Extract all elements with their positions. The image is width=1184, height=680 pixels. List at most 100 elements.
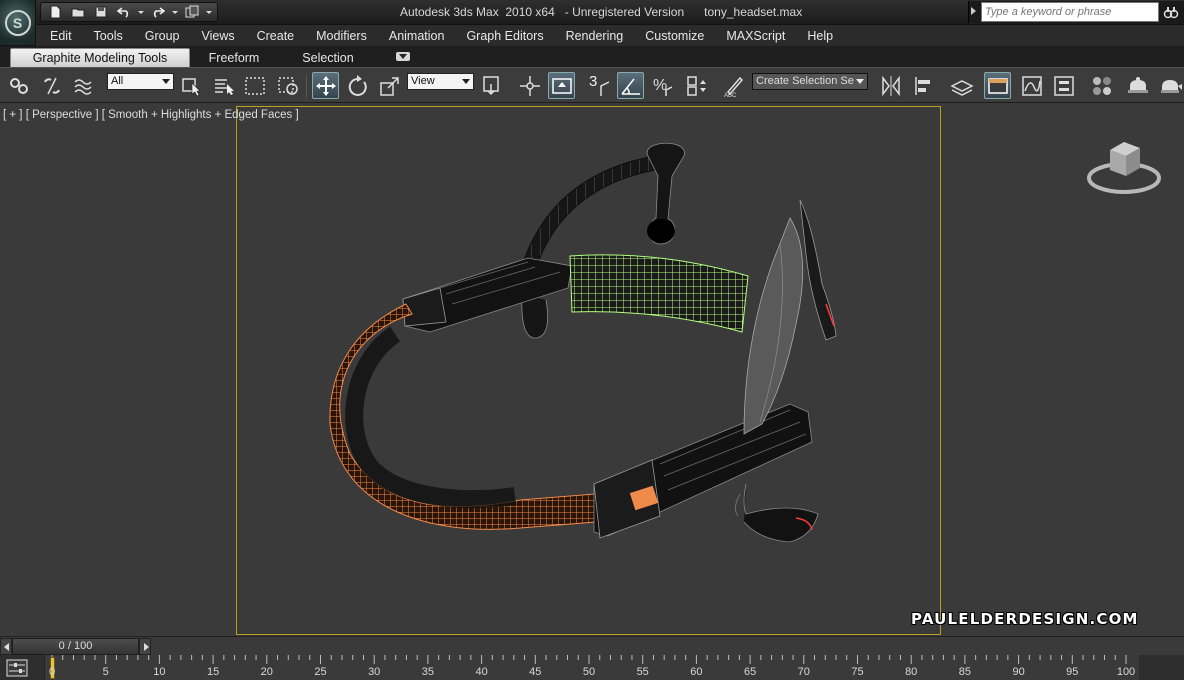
menu-help[interactable]: Help (796, 29, 844, 43)
ruler-tick-label: 10 (153, 666, 166, 678)
open-folder-icon[interactable] (68, 4, 88, 20)
ruler-tick-label: 5 (102, 666, 109, 678)
track-bar[interactable]: 0 5 10 15 20 25 30 35 40 45 50 55 60 65 70 75 80 85 90 95 10… (0, 655, 1184, 680)
dropdown-arrow-icon[interactable] (205, 4, 213, 20)
toolbar-separator (306, 74, 307, 98)
expand-arrow-icon[interactable] (971, 7, 976, 15)
menu-customize[interactable]: Customize (634, 29, 715, 43)
use-pivot-center-icon[interactable] (478, 72, 505, 99)
ruler-tick-label: 60 (690, 666, 703, 678)
ruler-tick-label: 25 (314, 666, 327, 678)
main-toolbar: All View 3 % ABC Create Selection Se (0, 67, 1184, 103)
time-slider-thumb[interactable]: 0 / 100 (12, 638, 139, 655)
tab-selection[interactable]: Selection (292, 48, 364, 67)
title-bar: Autodesk 3ds Max 2010 x64 - Unregistered… (0, 0, 1184, 25)
menu-edit[interactable]: Edit (39, 29, 83, 43)
app-logo-icon: S (4, 9, 31, 36)
edit-named-selection-sets-icon[interactable]: ABC (720, 72, 747, 99)
menu-tools[interactable]: Tools (83, 29, 134, 43)
window-title: Autodesk 3ds Max 2010 x64 - Unregistered… (400, 5, 803, 19)
svg-text:%: % (653, 77, 667, 94)
menu-graph-editors[interactable]: Graph Editors (455, 29, 554, 43)
search-input[interactable] (981, 2, 1159, 22)
spinner-snap-toggle-icon[interactable] (682, 72, 709, 99)
ruler-tick-label: 95 (1066, 666, 1079, 678)
selection-filter-dropdown[interactable]: All (107, 73, 174, 90)
ruler-tick-label: 100 (1116, 666, 1136, 678)
snaps-toggle-label: 3 (589, 73, 598, 90)
align-icon[interactable] (910, 72, 937, 99)
project-folder-icon[interactable] (182, 4, 202, 20)
redo-icon[interactable] (148, 4, 168, 20)
graphite-modeling-tools-toggle-icon[interactable] (984, 72, 1011, 99)
bind-to-space-warp-icon[interactable] (70, 72, 97, 99)
menu-create[interactable]: Create (246, 29, 306, 43)
select-and-move-icon[interactable] (312, 72, 339, 99)
viewport-label[interactable]: [ + ] [ Perspective ] [ Smooth + Highlig… (3, 109, 299, 121)
tab-freeform[interactable]: Freeform (196, 48, 272, 67)
angle-snap-toggle-icon[interactable] (617, 72, 644, 99)
next-frame-button[interactable] (139, 638, 151, 655)
menu-maxscript[interactable]: MAXScript (715, 29, 796, 43)
render-setup-icon[interactable] (1124, 72, 1151, 99)
previous-frame-button[interactable] (0, 638, 12, 655)
render-production-icon[interactable] (1156, 72, 1183, 99)
svg-text:ABC: ABC (724, 93, 737, 98)
select-and-rotate-icon[interactable] (344, 72, 371, 99)
unlink-selection-icon[interactable] (38, 72, 65, 99)
percent-snap-toggle-icon[interactable]: % (650, 72, 677, 99)
keyboard-shortcut-override-icon[interactable] (548, 72, 575, 99)
tab-graphite-modeling-tools[interactable]: Graphite Modeling Tools (10, 48, 190, 67)
ruler-tick-label: 80 (905, 666, 918, 678)
mirror-icon[interactable] (877, 72, 904, 99)
ruler-tick-label: 50 (582, 666, 596, 678)
undo-icon[interactable] (114, 4, 134, 20)
save-icon[interactable] (91, 4, 111, 20)
reference-coordinate-dropdown[interactable]: View (407, 73, 474, 90)
schematic-view-icon[interactable] (1050, 72, 1077, 99)
window-crossing-icon[interactable] (274, 72, 301, 99)
infocenter-search (968, 1, 1184, 23)
ruler-tick-label: 65 (743, 666, 757, 678)
menu-views[interactable]: Views (190, 29, 245, 43)
quick-access-toolbar (40, 2, 218, 22)
named-selection-sets-dropdown[interactable]: Create Selection Se (752, 73, 868, 90)
select-and-link-icon[interactable] (5, 72, 32, 99)
safe-frame-border (236, 106, 941, 635)
curve-editor-icon[interactable] (1018, 72, 1045, 99)
ruler-tick-label: 0 (48, 666, 56, 678)
ruler-tick-label: 45 (529, 666, 542, 678)
rectangular-selection-region-icon[interactable] (241, 72, 268, 99)
menu-rendering[interactable]: Rendering (555, 29, 635, 43)
menu-group[interactable]: Group (134, 29, 191, 43)
layer-manager-icon[interactable] (948, 72, 975, 99)
menu-bar: Edit Tools Group Views Create Modifiers … (36, 25, 1184, 46)
dropdown-arrow-icon[interactable] (171, 4, 179, 20)
binoculars-icon[interactable] (1163, 4, 1179, 20)
arrow-right-icon (144, 643, 149, 651)
dropdown-arrow-icon[interactable] (137, 4, 145, 20)
open-mini-curve-editor-icon[interactable] (6, 659, 28, 677)
ruler-tick-label: 85 (958, 666, 972, 678)
menu-modifiers[interactable]: Modifiers (305, 29, 378, 43)
snaps-toggle-icon[interactable]: 3 (587, 72, 614, 99)
ribbon-minimize-dropdown[interactable] (396, 52, 410, 61)
time-slider[interactable]: 0 / 100 (0, 636, 1184, 655)
menu-animation[interactable]: Animation (378, 29, 456, 43)
select-by-name-icon[interactable] (210, 72, 237, 99)
ruler-tick-label: 55 (636, 666, 649, 678)
material-editor-icon[interactable] (1088, 72, 1115, 99)
viewcube-icon[interactable] (1086, 134, 1162, 200)
ruler-tick-label: 30 (368, 666, 381, 678)
ruler-tick-label: 75 (851, 666, 864, 678)
perspective-viewport[interactable]: [ + ] [ Perspective ] [ Smooth + Highlig… (0, 104, 1184, 636)
frame-ruler[interactable]: 0 5 10 15 20 25 30 35 40 45 50 55 60 65 70 75 80 85 90 95 10… (44, 655, 1139, 680)
select-object-icon[interactable] (178, 72, 205, 99)
select-and-scale-icon[interactable] (376, 72, 403, 99)
ruler-tick-label: 40 (475, 666, 488, 678)
new-file-icon[interactable] (45, 4, 65, 20)
arrow-left-icon (4, 643, 9, 651)
application-button[interactable]: S (0, 0, 36, 46)
select-and-manipulate-icon[interactable] (516, 72, 543, 99)
ruler-tick-label: 20 (260, 666, 273, 678)
